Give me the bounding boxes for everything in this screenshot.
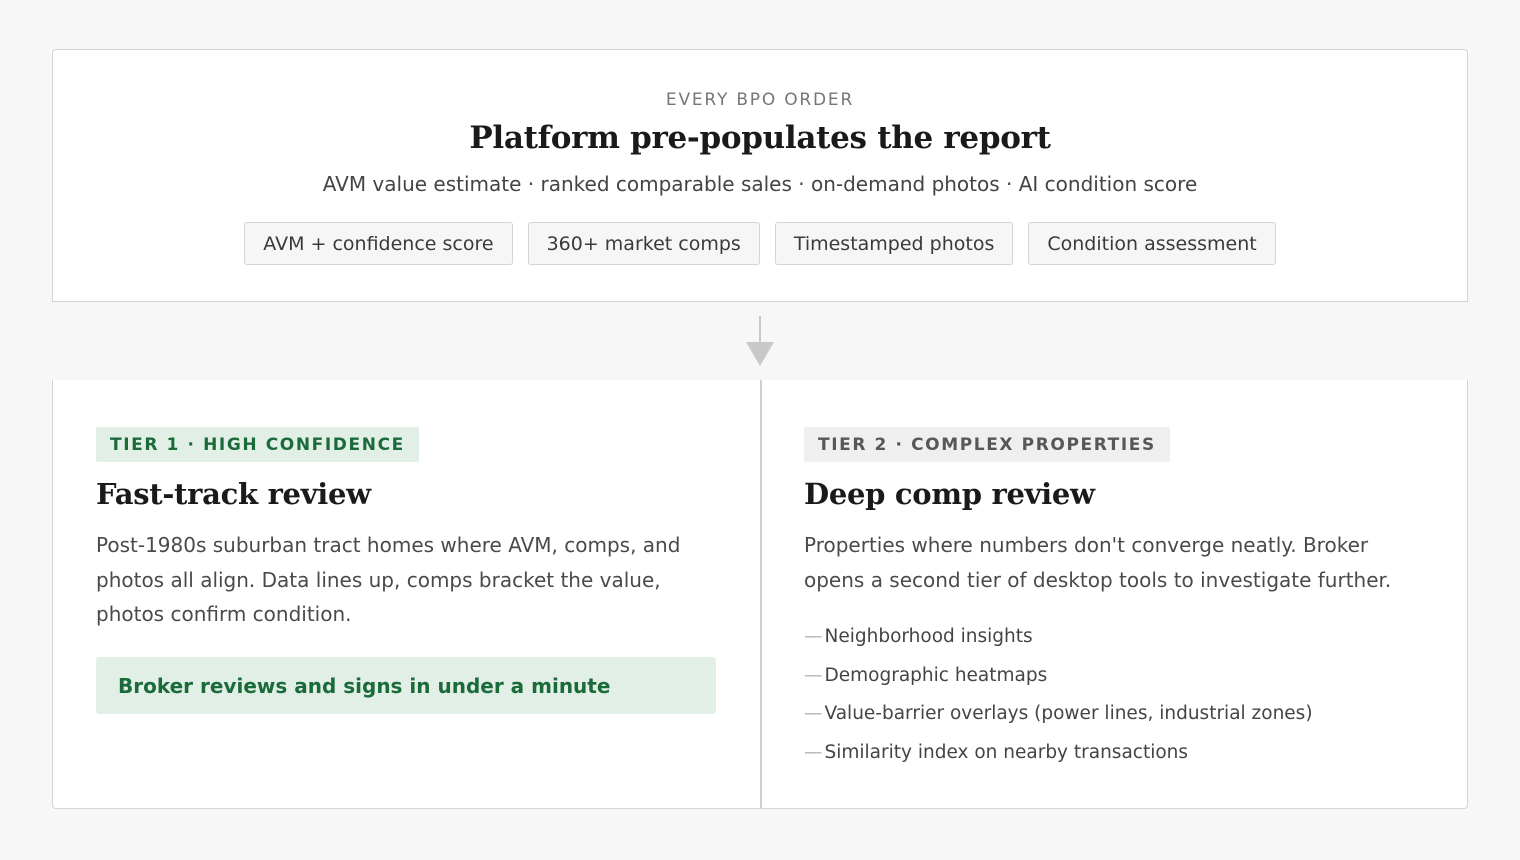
eyebrow-label: EVERY BPO ORDER [665,90,855,110]
list-item: — Value-barrier overlays (power lines, in… [804,694,1424,733]
feature-chips: AVM + confidence score 360+ market comps… [53,222,1467,265]
tier-2-description: Properties where numbers don't converge … [804,533,1392,592]
list-item: — Similarity index on nearby transactions [804,733,1424,772]
tier-2-title: Deep comp review [804,477,1095,511]
tier-1-description: Post-1980s suburban tract homes where AV… [96,533,681,626]
tier-1-badge: TIER 1 · HIGH CONFIDENCE [96,427,419,462]
dash-icon: — [804,703,823,725]
platform-subtitle: AVM value estimate · ranked comparable s… [322,172,1198,196]
dash-icon: — [804,664,823,686]
down-arrow-icon [746,316,774,366]
platform-title: Platform pre-populates the report [469,120,1051,156]
chip-avm: AVM + confidence score [244,222,513,265]
chip-photos: Timestamped photos [774,222,1014,265]
list-item: — Neighborhood insights [804,617,1424,656]
tier-1-title: Fast-track review [96,477,371,511]
tool-label: Demographic heatmaps [824,664,1048,686]
tier-2-badge: TIER 2 · COMPLEX PROPERTIES [804,427,1170,462]
list-item: — Demographic heatmaps [804,656,1424,695]
platform-card: EVERY BPO ORDER Platform pre-populates t… [52,49,1468,302]
chip-market-comps: 360+ market comps [527,222,760,265]
tool-label: Similarity index on nearby transactions [824,741,1189,763]
tool-label: Value-barrier overlays (power lines, ind… [824,703,1313,725]
dash-icon: — [804,625,823,647]
tiers-card: TIER 1 · HIGH CONFIDENCE Fast-track revi… [52,380,1468,809]
tier-2-tool-list: — Neighborhood insights — Demographic heat… [804,617,1424,772]
tier-1-callout: Broker reviews and signs in under a minu… [96,657,716,714]
chip-condition: Condition assessment [1028,222,1276,265]
dash-icon: — [804,741,823,763]
tier-divider [760,380,762,808]
tool-label: Neighborhood insights [824,625,1033,647]
